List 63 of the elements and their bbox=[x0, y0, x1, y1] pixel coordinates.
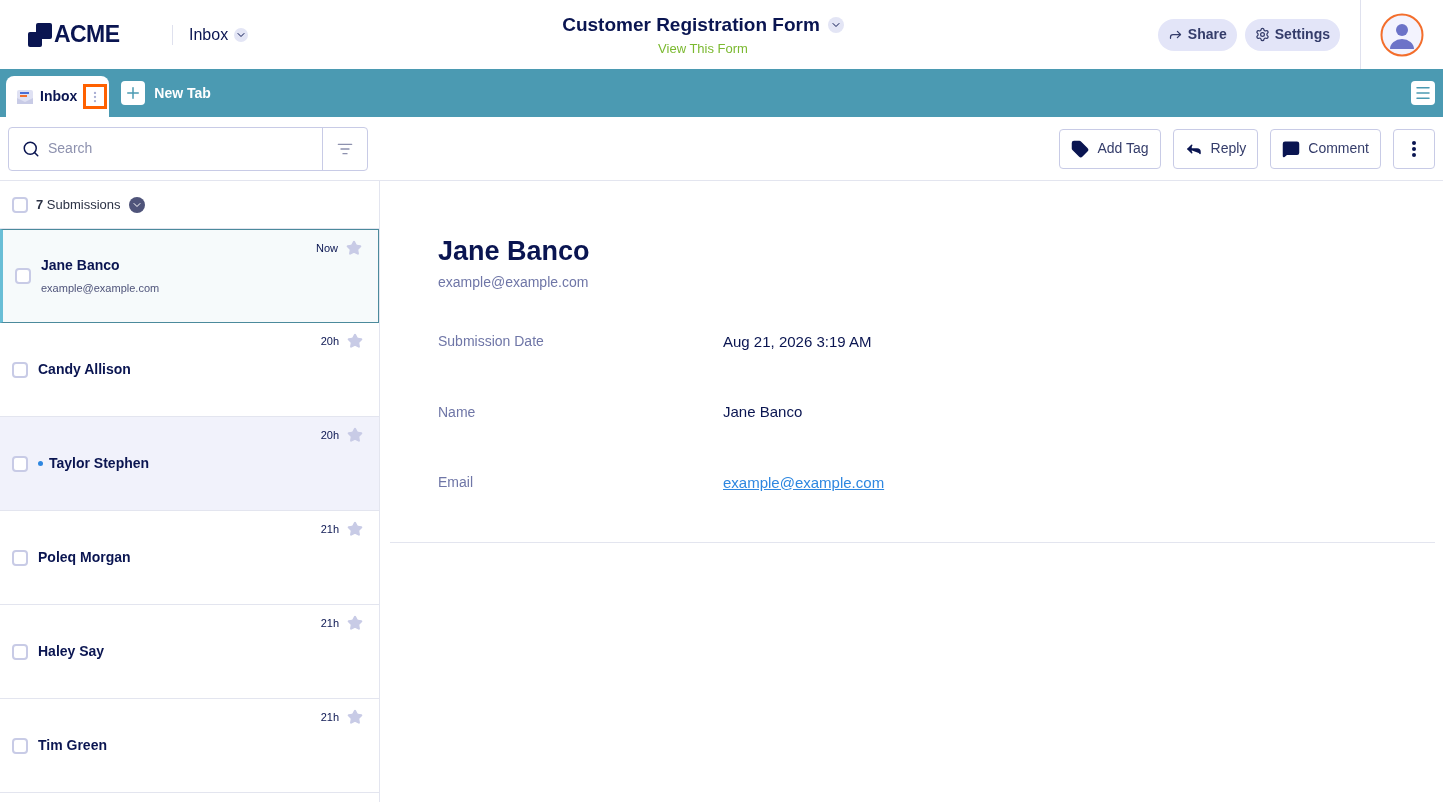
submitter-name: Tim Green bbox=[38, 736, 107, 755]
section-dropdown[interactable]: Inbox bbox=[189, 22, 249, 47]
field-label: Email bbox=[438, 473, 474, 493]
star-icon[interactable] bbox=[347, 427, 363, 444]
submitter-name: Taylor Stephen bbox=[49, 454, 150, 473]
field-value: Jane Banco bbox=[723, 402, 803, 422]
submission-time: 21h bbox=[320, 522, 339, 537]
comment-button[interactable]: Comment bbox=[1270, 128, 1381, 169]
search-field[interactable]: Search bbox=[8, 126, 368, 171]
detail-email: example@example.com bbox=[438, 272, 590, 292]
kebab-icon bbox=[1412, 140, 1416, 157]
submission-row[interactable]: Taylor Stephen 20h bbox=[0, 417, 379, 511]
search-icon bbox=[22, 139, 40, 158]
tab[interactable]: Inbox bbox=[6, 76, 110, 117]
checkbox[interactable] bbox=[15, 268, 31, 284]
field-link[interactable]: example@example.com bbox=[723, 471, 885, 494]
checkbox[interactable] bbox=[12, 361, 28, 378]
chevron-icon[interactable] bbox=[128, 196, 145, 213]
speech-bubble-icon bbox=[1282, 139, 1301, 158]
checkbox[interactable] bbox=[12, 196, 28, 213]
reply-button[interactable]: Reply bbox=[1172, 128, 1259, 169]
checkbox[interactable] bbox=[12, 737, 28, 754]
envelope-icon bbox=[16, 88, 34, 105]
star-icon[interactable] bbox=[347, 615, 363, 632]
submission-time: 20h bbox=[320, 334, 339, 349]
submission-row[interactable]: Jane Banco example@example.com Now bbox=[0, 229, 379, 323]
submitter-name: Poleq Morgan bbox=[38, 548, 131, 567]
field-value: Aug 21, 2026 3:19 AM bbox=[723, 331, 872, 352]
more-button[interactable] bbox=[1393, 128, 1435, 169]
search-input[interactable]: Search bbox=[48, 138, 322, 159]
logo-text: ACME bbox=[54, 20, 120, 50]
submission-count: 7 Submissions bbox=[36, 195, 121, 214]
submission-time: 21h bbox=[320, 710, 339, 725]
menu-icon[interactable] bbox=[1411, 81, 1435, 105]
field-label: Submission Date bbox=[438, 332, 545, 352]
detail-name: Jane Banco bbox=[438, 235, 591, 268]
checkbox[interactable] bbox=[12, 643, 28, 660]
submitter-name: Haley Say bbox=[38, 642, 105, 661]
checkbox[interactable] bbox=[12, 549, 28, 566]
tab-label: Inbox bbox=[40, 87, 78, 106]
field-label: Name bbox=[438, 402, 477, 422]
star-icon[interactable] bbox=[347, 709, 363, 726]
logo-icon bbox=[28, 22, 52, 47]
submission-time: 20h bbox=[320, 428, 339, 443]
tag-icon bbox=[1071, 139, 1090, 158]
star-icon[interactable] bbox=[346, 240, 362, 257]
avatar-icon[interactable] bbox=[1380, 12, 1424, 57]
chevron-icon bbox=[827, 16, 844, 33]
submitter-name: Candy Allison bbox=[38, 360, 131, 379]
submitter-name: Jane Banco bbox=[41, 256, 120, 276]
submission-time: Now bbox=[316, 241, 338, 256]
settings-icon bbox=[1254, 27, 1270, 42]
submission-time: 21h bbox=[320, 616, 339, 631]
tab-menu-icon[interactable] bbox=[83, 84, 108, 109]
form-title-dropdown[interactable]: Customer Registration Form bbox=[562, 10, 844, 39]
chevron-icon bbox=[234, 27, 249, 42]
tag-button[interactable]: Add Tag bbox=[1059, 128, 1161, 169]
star-icon[interactable] bbox=[347, 521, 363, 538]
settings-button[interactable]: Settings bbox=[1244, 18, 1340, 51]
share-button[interactable]: Share bbox=[1157, 18, 1237, 51]
checkbox[interactable] bbox=[12, 455, 28, 472]
star-icon[interactable] bbox=[347, 333, 363, 350]
submitter-email: example@example.com bbox=[41, 281, 160, 297]
